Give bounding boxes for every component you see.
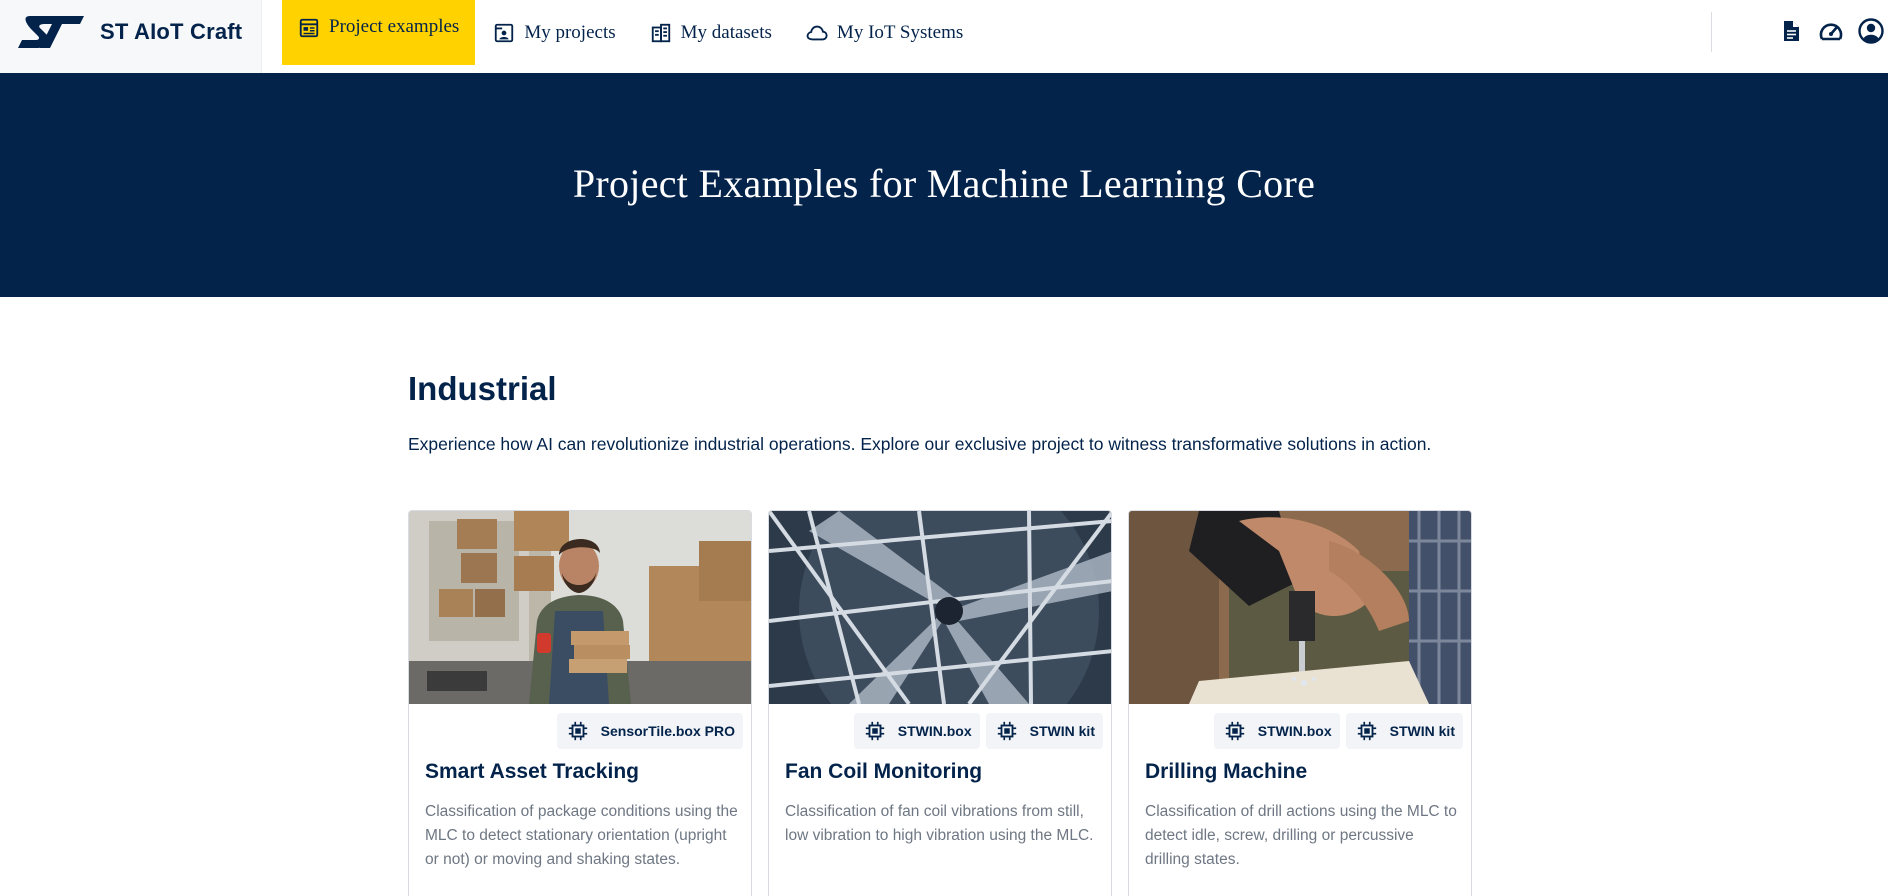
nav-my-iot-systems[interactable]: My IoT Systems [790,0,979,65]
speedometer-icon[interactable] [1818,18,1844,44]
nav-label: My datasets [680,21,772,43]
project-card-drilling-machine[interactable]: STWIN.box STWIN kit Drilling Machine Cla… [1128,510,1472,896]
project-cards: SensorTile.box PRO Smart Asset Tracking … [408,510,1472,896]
project-examples-icon [299,18,319,38]
chip-icon [997,721,1016,741]
tag-label: STWIN kit [1029,723,1095,739]
chip-icon [568,721,587,741]
section-title: Industrial [408,370,557,407]
board-tag: SensorTile.box PRO [556,713,743,749]
main-nav: Project examples My projects My datasets [282,0,981,65]
st-logo-icon [18,16,84,48]
nav-label: My IoT Systems [836,21,964,43]
my-datasets-icon [651,23,670,42]
nav-my-datasets[interactable]: My datasets [634,0,788,65]
card-tags: STWIN.box STWIN kit [1208,713,1463,749]
card-title: Drilling Machine [1145,760,1308,783]
section-description: Experience how AI can revolutionize indu… [408,434,1432,454]
chip-icon [1225,721,1244,741]
card-title: Fan Coil Monitoring [785,760,983,783]
card-description: Classification of package conditions usi… [425,803,738,868]
chip-icon [1357,721,1376,741]
card-tags: SensorTile.box PRO [551,713,743,749]
top-actions [1764,18,1888,44]
industrial-fan-photo [769,511,1111,704]
nav-project-examples[interactable]: Project examples [282,0,476,65]
app-name: ST AIoT Craft [100,19,243,44]
nav-label: My projects [524,21,616,43]
nav-label: Project examples [329,16,460,37]
board-tag: STWIN.box [853,713,980,749]
top-navigation-bar: ST AIoT Craft Project examples My projec… [0,0,1888,73]
board-tag: STWIN.box [1213,713,1340,749]
brand-area[interactable]: ST AIoT Craft [0,0,262,73]
document-icon[interactable] [1778,18,1804,44]
my-projects-icon [495,23,514,42]
account-icon[interactable] [1858,18,1884,44]
page-title: Project Examples for Machine Learning Co… [572,160,1316,206]
project-card-fan-coil-monitoring[interactable]: STWIN.box STWIN kit Fan Coil Monitoring … [768,510,1112,896]
card-title: Smart Asset Tracking [425,760,639,783]
top-divider [1711,12,1712,52]
board-tag: STWIN kit [985,713,1103,749]
drill-photo [1129,511,1471,704]
project-card-smart-asset-tracking[interactable]: SensorTile.box PRO Smart Asset Tracking … [408,510,752,896]
tag-label: STWIN.box [1257,723,1332,739]
card-description: Classification of drill actions using th… [1145,803,1457,868]
tag-label: SensorTile.box PRO [600,723,735,739]
nav-my-projects[interactable]: My projects [477,0,631,65]
cloud-icon [806,25,828,40]
card-tags: STWIN.box STWIN kit [848,713,1103,749]
industrial-section: Industrial Experience how AI can revolut… [408,370,1472,455]
tag-label: STWIN kit [1389,723,1455,739]
warehouse-worker-photo [409,511,751,704]
tag-label: STWIN.box [897,723,972,739]
card-description: Classification of fan coil vibrations fr… [785,803,1094,844]
board-tag: STWIN kit [1345,713,1463,749]
chip-icon [865,721,884,741]
hero-banner: Project Examples for Machine Learning Co… [0,73,1888,297]
